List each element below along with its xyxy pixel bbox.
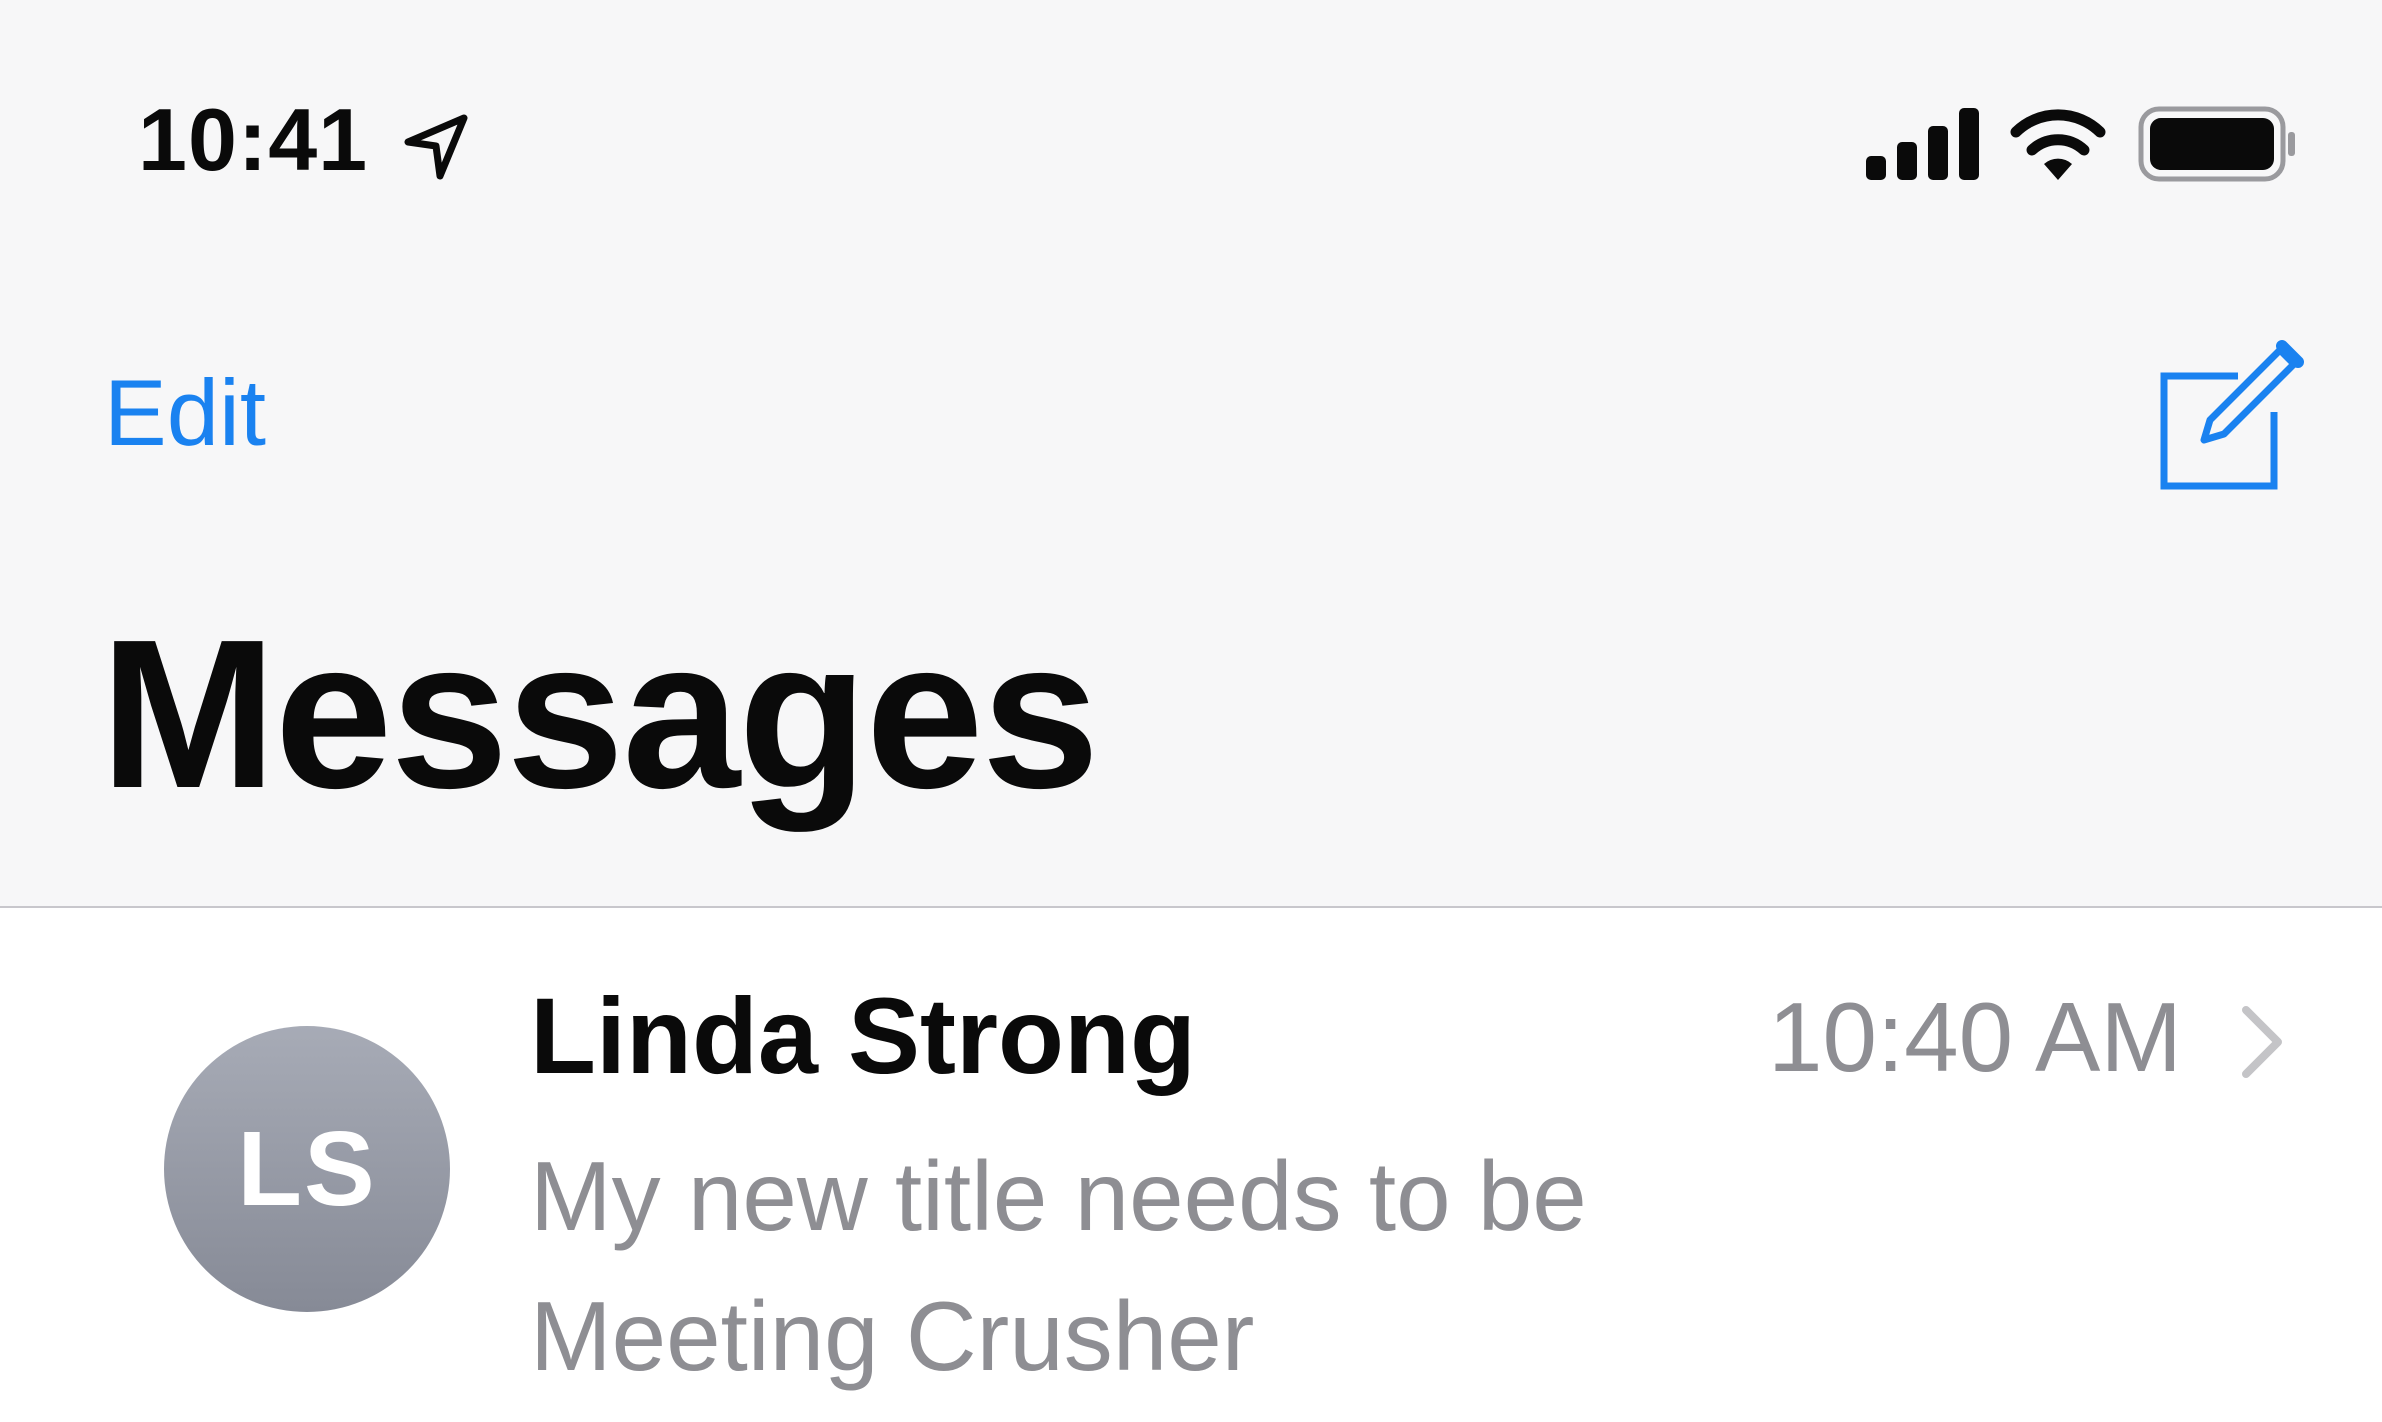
status-time: 10:41: [138, 90, 369, 189]
messages-screen: 10:41 Edit Messages LS Linda Strong 10:4…: [0, 0, 2382, 1422]
battery-icon: [2138, 106, 2295, 182]
chevron-right-icon: [2242, 1006, 2282, 1078]
message-timestamp: 10:40 AM: [1767, 982, 2182, 1092]
location-arrow-icon: [404, 114, 468, 180]
compose-button[interactable]: [2150, 336, 2310, 496]
cellular-signal-icon: [1866, 108, 1979, 180]
compose-icon: [2160, 340, 2304, 490]
avatar-initials: LS: [237, 1110, 377, 1228]
avatar: LS: [164, 1026, 450, 1312]
message-preview: My new title needs to be Meeting Crusher: [530, 1141, 1587, 1391]
edit-button[interactable]: Edit: [104, 366, 266, 460]
contact-name: Linda Strong: [530, 975, 1196, 1096]
wifi-icon: [2010, 109, 2106, 180]
conversation-row[interactable]: LS Linda Strong 10:40 AM My new title ne…: [0, 908, 2382, 1422]
page-title: Messages: [100, 595, 1100, 832]
header-area: 10:41 Edit Messages: [0, 0, 2382, 908]
